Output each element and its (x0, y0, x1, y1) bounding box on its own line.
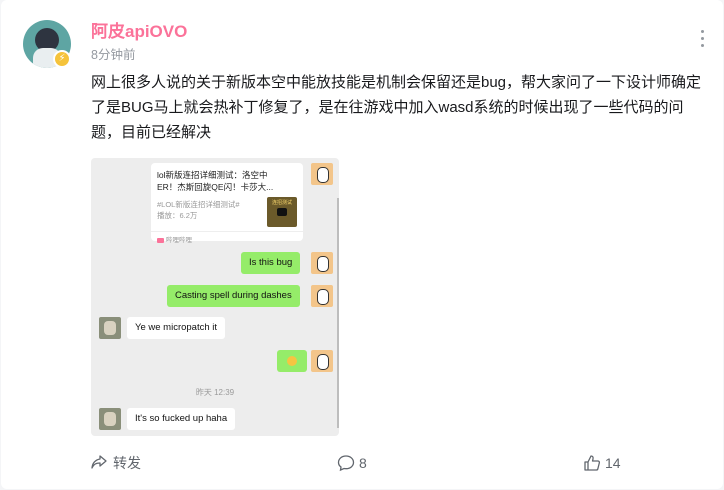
sender-avatar (311, 163, 333, 185)
video-play-icon (277, 208, 287, 216)
share-label: 转发 (113, 455, 141, 471)
lightning-badge-icon: ⚡ (53, 50, 71, 68)
post-time: 8分钟前 (91, 48, 136, 62)
share-icon (91, 455, 107, 469)
share-tag: #LOL新版连招详细测试# (157, 200, 240, 209)
chat-bubble-sent: Casting spell during dashes (167, 285, 300, 307)
receiver-avatar (99, 408, 121, 430)
thumbnail-text: 连招测试 (271, 200, 292, 206)
action-bar: 转发 8 14 (1, 452, 723, 474)
share-source: 哔哩哔哩 (157, 234, 192, 244)
chat-bubble-received: It's so fucked up haha (127, 408, 236, 430)
chat-bubble-received: Ye we micropatch it (127, 317, 226, 339)
thumbs-up-icon (584, 455, 601, 471)
post-text: 网上很多人说的关于新版本空中能放技能是机制会保留还是bug，帮大家问了一下设计师… (91, 74, 702, 141)
comment-button[interactable]: 8 (337, 452, 377, 474)
receiver-avatar (99, 317, 121, 339)
share-source-label: 哔哩哔哩 (166, 237, 192, 244)
sender-avatar (311, 285, 333, 307)
like-count: 14 (605, 455, 621, 471)
share-plays: 播放：6.2万 (157, 211, 198, 220)
share-title: lol新版连招详细测试：洛空中ER！杰斯回旋QE闪！卡莎大... (157, 170, 274, 192)
chat-timestamp: 昨天 12:39 (195, 388, 235, 397)
bilibili-icon (157, 237, 164, 243)
screenshot-scrollbar (337, 198, 339, 428)
post-card: ⚡ 阿皮apiOVO 8分钟前 网上很多人说的关于新版本空中能放技能是机制会保留… (1, 0, 723, 489)
sender-avatar (311, 252, 333, 274)
share-button[interactable]: 转发 (91, 452, 151, 474)
comment-count: 8 (359, 455, 367, 471)
sender-avatar (311, 350, 333, 372)
author-name[interactable]: 阿皮apiOVO (91, 17, 187, 42)
chat-bubble-emoji (277, 350, 307, 372)
more-options-icon[interactable] (701, 30, 705, 48)
share-thumbnail: 连招测试 (267, 197, 297, 227)
chat-screenshot[interactable]: lol新版连招详细测试：洛空中ER！杰斯回旋QE闪！卡莎大... #LOL新版连… (91, 158, 339, 436)
smile-emoji-icon (287, 356, 297, 366)
comment-icon (337, 455, 355, 472)
share-divider (151, 231, 303, 232)
like-button[interactable]: 14 (583, 452, 633, 474)
video-share-card: lol新版连招详细测试：洛空中ER！杰斯回旋QE闪！卡莎大... #LOL新版连… (151, 163, 303, 244)
chat-bubble-sent: Is this bug (241, 252, 301, 274)
